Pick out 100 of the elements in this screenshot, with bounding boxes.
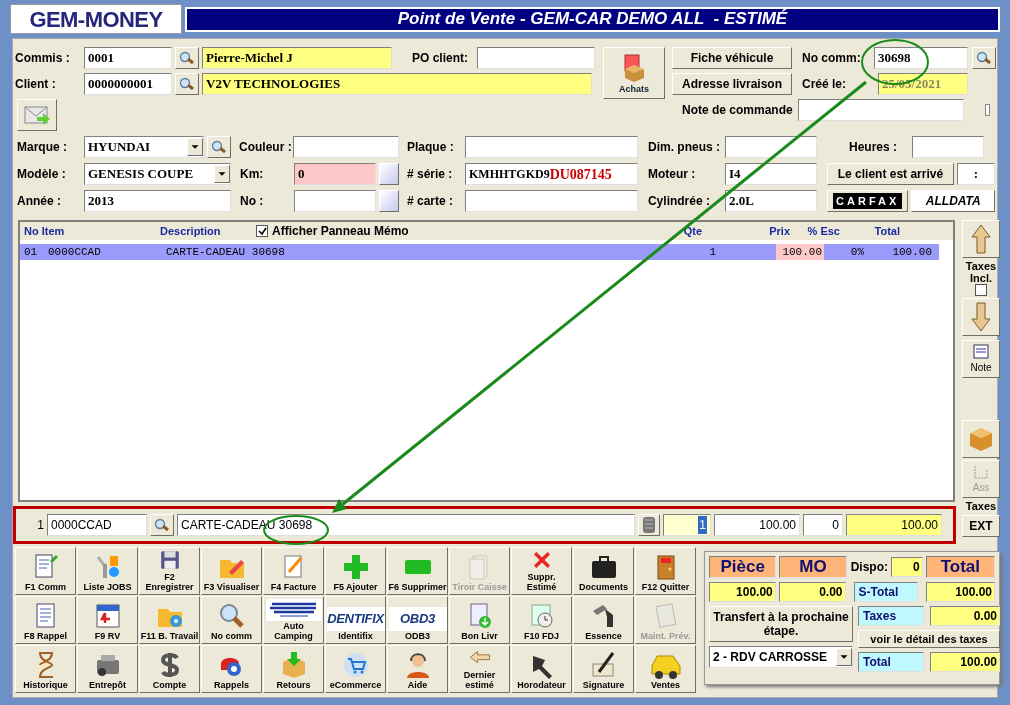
serial-number-field[interactable]: KMHHTGKD9DU087145 (464, 163, 638, 185)
toolbar-button[interactable]: eCommerce (325, 645, 386, 693)
toolbar-button[interactable]: Rappels (201, 645, 262, 693)
package-button[interactable] (962, 420, 1000, 458)
toolbar-button[interactable]: F3 Visualiser (201, 547, 262, 595)
po-field[interactable] (477, 47, 595, 69)
toolbar-button[interactable]: F5 Ajouter (325, 547, 386, 595)
checkbox[interactable] (256, 225, 268, 237)
toolbar-button[interactable]: F8 Rappel (15, 596, 76, 644)
tire-button[interactable] (638, 514, 660, 536)
item-code-field[interactable]: 0000CCAD (47, 514, 147, 536)
field-label: Moteur : (647, 166, 697, 183)
toolbar-button[interactable]: F11 B. Travail (139, 596, 200, 644)
delivery-address-button[interactable]: Adresse livraison (672, 73, 792, 95)
plate-field[interactable] (465, 136, 638, 158)
code-field[interactable]: 0000000001 (84, 73, 172, 95)
transfer-button[interactable]: Transfert à la prochaine étape. (709, 606, 853, 642)
magnifier-icon (211, 140, 227, 154)
field-label: No : (240, 193, 265, 210)
dropdown[interactable]: HYUNDAI (84, 136, 204, 158)
name-field[interactable]: Pierre-Michel J (202, 47, 392, 69)
toolbar-button[interactable]: Signature (573, 645, 634, 693)
dropdown[interactable]: GENESIS COUPE (84, 163, 231, 185)
quantity-field[interactable]: 1 (663, 514, 711, 536)
toolbar-button[interactable]: Auto Camping (263, 596, 324, 644)
toolbar-button[interactable]: Retours (263, 645, 324, 693)
subtotal-label: S-Total (853, 582, 919, 602)
search-button[interactable] (175, 47, 199, 69)
field-label: Dim. pneus : (648, 139, 721, 156)
field-label: Cylindrée : (647, 193, 711, 210)
check-icon (257, 226, 267, 236)
purchases-button[interactable]: Achats (603, 47, 665, 99)
calendar-button[interactable] (379, 163, 399, 185)
arrow-up-icon (970, 223, 992, 255)
search-button[interactable] (207, 136, 231, 158)
toolbar-button[interactable]: Historique (15, 645, 76, 693)
toolbar-button[interactable]: F9 RV (77, 596, 138, 644)
carfax-button[interactable]: CARFAX (826, 190, 909, 212)
search-button[interactable] (175, 73, 199, 95)
alldata-button[interactable]: ALLDATA (911, 190, 995, 212)
tax-exempt-button[interactable]: EXT (962, 514, 1000, 537)
field-label: Plaque : (407, 139, 455, 156)
toolbar-button[interactable]: F12 Quitter (635, 547, 696, 595)
toolbar-button[interactable]: Suppr. Estimé (511, 547, 572, 595)
color-field[interactable] (293, 136, 399, 158)
note-button[interactable]: Note (962, 340, 1000, 378)
sms-button[interactable] (17, 99, 57, 131)
toolbar-button[interactable]: OBD3 ODB3 (387, 596, 448, 644)
engine-field[interactable]: I4 (724, 163, 817, 185)
number-field[interactable] (294, 190, 376, 212)
discount-field[interactable]: 0 (803, 514, 843, 536)
search-button[interactable] (972, 47, 996, 69)
table-row[interactable]: 01 0000CCAD CARTE-CADEAU 30698 1 100.00 0% 100.00 (20, 244, 939, 260)
toolbar-button[interactable]: Documents (573, 547, 634, 595)
toolbar-button[interactable]: Bon Livr (449, 596, 510, 644)
vehicle-file-button[interactable]: Fiche véhicule (672, 47, 792, 69)
field-label: Km: (240, 166, 265, 183)
client-arrived-button[interactable]: Le client est arrivé (826, 163, 954, 185)
toolbar-button[interactable]: F2 Enregistrer (139, 547, 200, 595)
logo-drawing (265, 599, 322, 621)
card-field[interactable] (464, 190, 638, 212)
field-label: Note de commande (682, 102, 792, 119)
toolbar-button[interactable]: Liste JOBS (77, 547, 138, 595)
toolbar-button[interactable]: F1 Comm (15, 547, 76, 595)
hours-field[interactable] (912, 136, 984, 158)
checkbox[interactable] (975, 284, 987, 296)
toolbar-button[interactable]: F4 Facture (263, 547, 324, 595)
toolbar-button[interactable]: Aide (387, 645, 448, 693)
mileage-field[interactable]: 0 (294, 163, 376, 185)
stage-dropdown[interactable]: 2 - RDV CARROSSE (709, 646, 853, 668)
field-label: Année : (16, 193, 62, 210)
toolbar-button[interactable]: DENTIFIX Identifix (325, 596, 386, 644)
toolbar-button[interactable]: F6 Supprimer (387, 547, 448, 595)
toolbar-button[interactable]: Compte (139, 645, 200, 693)
toolbar-button[interactable]: Entrepôt (77, 645, 138, 693)
time-field[interactable]: : (957, 163, 995, 185)
year-field[interactable]: 2013 (84, 190, 231, 212)
table-cell-text: 0000CCAD (48, 244, 102, 260)
note-field[interactable] (798, 99, 964, 121)
calendar-button[interactable] (379, 190, 399, 212)
column-header: Qte (682, 223, 702, 239)
code-field[interactable]: 0001 (84, 47, 172, 69)
name-field[interactable]: V2V TECHNOLOGIES (202, 73, 592, 95)
box-icon (967, 425, 995, 453)
toolbar-button[interactable]: Ventes (635, 645, 696, 693)
displacement-field[interactable]: 2.0L (724, 190, 817, 212)
tax-detail-button[interactable]: voir le détail des taxes (858, 630, 1000, 648)
total-field[interactable]: 100.00 (846, 514, 942, 536)
toolbar-button[interactable]: Horodateur (511, 645, 572, 693)
move-up-button[interactable] (962, 220, 1000, 258)
move-down-button[interactable] (962, 298, 1000, 336)
toolbar-button[interactable]: F10 FDJ (511, 596, 572, 644)
scroll-handle[interactable] (985, 104, 990, 116)
price-field[interactable]: 100.00 (714, 514, 800, 536)
tire-size-field[interactable] (725, 136, 817, 158)
search-button[interactable] (150, 514, 174, 536)
toolbar-button[interactable]: Essence (573, 596, 634, 644)
toolbar-button[interactable]: Dernier estimé (449, 645, 510, 693)
toolbar-button[interactable]: No comm (201, 596, 262, 644)
order-number-field[interactable]: 30698 (874, 47, 968, 69)
